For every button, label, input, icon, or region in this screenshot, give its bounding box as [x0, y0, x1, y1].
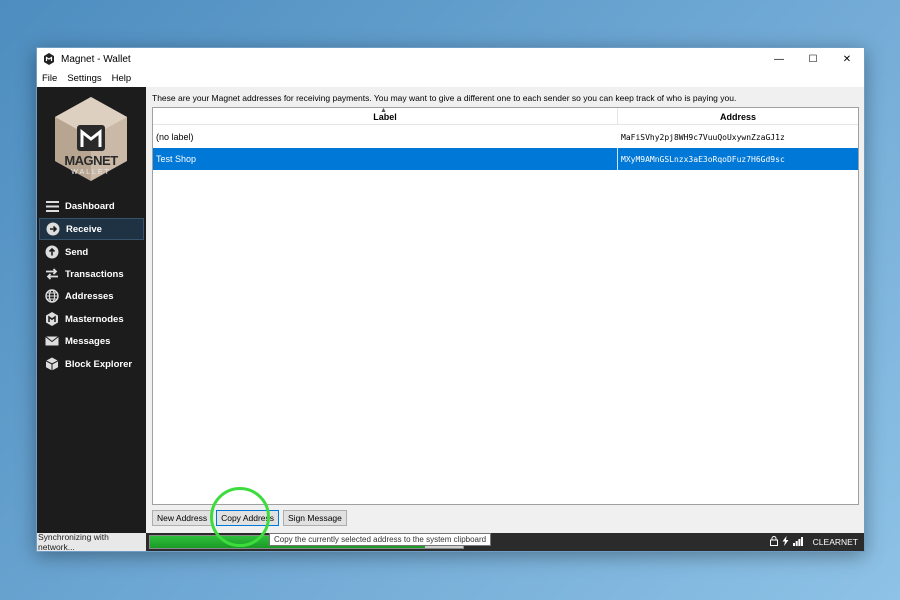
globe-icon [45, 289, 59, 303]
logo-brand-text: MAGNET [64, 153, 118, 168]
menu-file[interactable]: File [37, 73, 62, 84]
copy-address-tooltip: Copy the currently selected address to t… [269, 533, 492, 546]
sidebar-item-send[interactable]: Send [39, 241, 144, 263]
row-address-cell: MaFiSVhy2pj8WH9c7VuuQoUxywnZzaGJ1z [621, 132, 785, 142]
row-label-cell: (no label) [156, 132, 194, 142]
lightning-icon[interactable] [782, 536, 789, 548]
arrow-up-circle-icon [45, 245, 59, 259]
sync-status-text: Synchronizing with network... [37, 532, 146, 552]
sidebar-item-label: Masternodes [65, 313, 124, 325]
logo-sub-text: WALLET [71, 169, 111, 176]
transfer-icon [45, 267, 59, 281]
envelope-icon [45, 334, 59, 348]
sort-ascending-icon: ▲ [380, 107, 387, 114]
arrow-right-circle-icon [46, 222, 60, 236]
signal-icon[interactable] [792, 536, 803, 548]
sidebar: MAGNET WALLET Dashboard Receive Send Tra… [37, 87, 146, 535]
lock-icon[interactable] [769, 536, 778, 548]
sign-message-button[interactable]: Sign Message [283, 510, 347, 526]
receive-description: These are your Magnet addresses for rece… [152, 93, 737, 103]
menu-bar: File Settings Help [37, 70, 864, 87]
sidebar-item-label: Block Explorer [65, 358, 133, 370]
row-label-cell: Test Shop [153, 148, 618, 170]
sidebar-item-label: Dashboard [65, 200, 115, 212]
column-header-address[interactable]: Address [618, 108, 858, 125]
new-address-button[interactable]: New Address [152, 510, 213, 526]
sidebar-item-label: Receive [66, 223, 102, 235]
sidebar-item-addresses[interactable]: Addresses [39, 285, 144, 307]
app-icon [43, 53, 55, 65]
sidebar-item-messages[interactable]: Messages [39, 330, 144, 352]
menu-help[interactable]: Help [107, 73, 137, 84]
close-button[interactable]: ✕ [830, 48, 864, 70]
status-indicators: CLEARNET [769, 533, 858, 551]
sidebar-item-label: Addresses [65, 290, 114, 302]
network-mode: CLEARNET [812, 537, 858, 547]
magnet-logo-icon [45, 312, 59, 326]
row-address-cell: MXyM9AMnGSLnzx3aE3oRqoDFuz7H6Gd9sc [621, 154, 785, 164]
table-row-selected[interactable]: Test Shop MXyM9AMnGSLnzx3aE3oRqoDFuz7H6G… [153, 148, 858, 170]
sidebar-item-masternodes[interactable]: Masternodes [39, 308, 144, 330]
address-table[interactable]: ▲ Label Address (no label) MaFiSVhy2pj8W… [152, 107, 859, 505]
menu-icon [45, 199, 59, 213]
menu-settings[interactable]: Settings [62, 73, 106, 84]
sidebar-item-transactions[interactable]: Transactions [39, 263, 144, 285]
receive-page: These are your Magnet addresses for rece… [146, 87, 864, 535]
sidebar-item-label: Send [65, 246, 89, 258]
window-title: Magnet - Wallet [61, 53, 131, 65]
highlight-circle [210, 487, 270, 547]
minimize-button[interactable]: — [762, 48, 796, 70]
table-header: ▲ Label Address [153, 107, 858, 125]
sidebar-item-label: Transactions [65, 268, 124, 280]
sidebar-item-label: Messages [65, 335, 111, 347]
sidebar-item-block-explorer[interactable]: Block Explorer [39, 353, 144, 375]
cube-icon [45, 357, 59, 371]
sidebar-item-dashboard[interactable]: Dashboard [39, 195, 144, 217]
table-row[interactable]: (no label) MaFiSVhy2pj8WH9c7VuuQoUxywnZz… [153, 126, 858, 148]
title-bar: Magnet - Wallet — ☐ ✕ [37, 48, 864, 70]
sidebar-item-receive[interactable]: Receive [39, 218, 144, 240]
maximize-button[interactable]: ☐ [796, 48, 830, 70]
magnet-logo: MAGNET WALLET [51, 95, 131, 187]
column-header-label[interactable]: ▲ Label [153, 107, 618, 125]
main-window: Magnet - Wallet — ☐ ✕ File Settings Help… [36, 47, 865, 552]
